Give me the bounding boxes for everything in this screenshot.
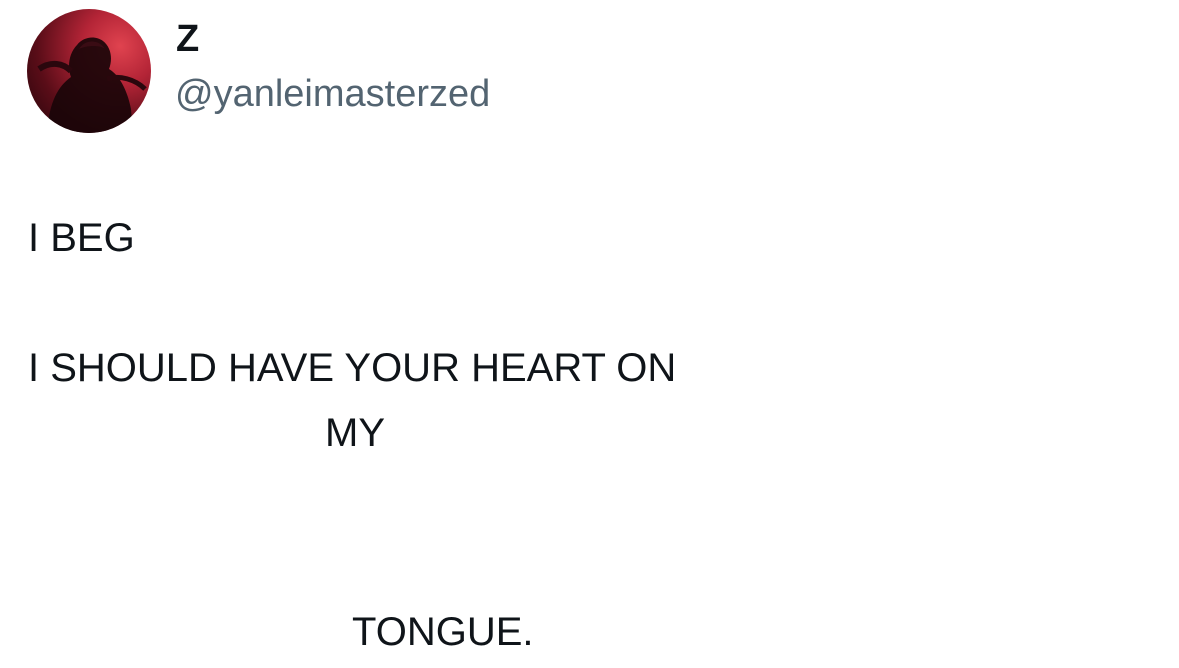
tweet-text-line: I SHOULD HAVE YOUR HEART ON [28,346,677,390]
tweet-text-line: TONGUE. [352,610,534,654]
display-name[interactable]: Z [176,20,199,58]
tweet-text-line: MY [325,411,385,455]
tweet-text-line: I BEG [28,216,135,260]
user-avatar[interactable] [27,9,151,133]
user-handle[interactable]: @yanleimasterzed [175,75,490,113]
user-avatar-icon [37,37,147,133]
